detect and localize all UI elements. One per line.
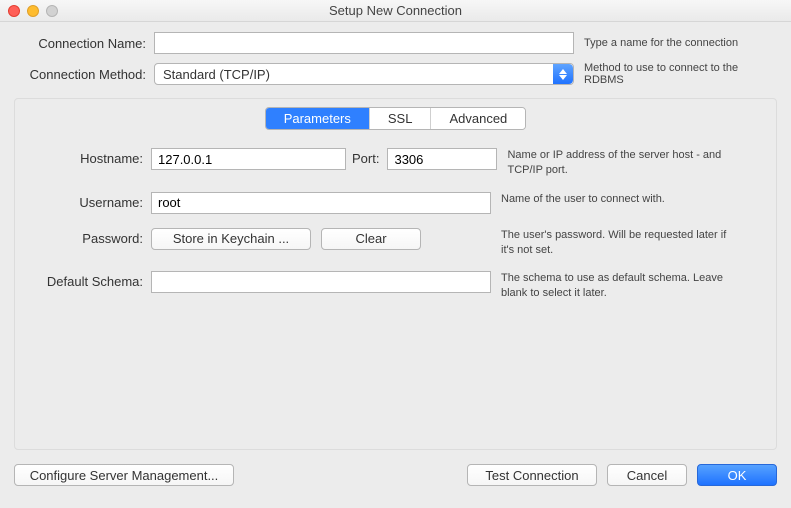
test-connection-button[interactable]: Test Connection	[467, 464, 597, 486]
minimize-icon[interactable]	[27, 5, 39, 17]
password-label: Password:	[21, 228, 151, 246]
hostname-hint: Name or IP address of the server host - …	[497, 148, 747, 178]
store-keychain-button[interactable]: Store in Keychain ...	[151, 228, 311, 250]
updown-icon	[553, 64, 573, 84]
username-hint: Name of the user to connect with.	[491, 192, 741, 207]
port-label: Port:	[346, 148, 387, 166]
upper-section: Connection Name: Type a name for the con…	[0, 22, 791, 98]
port-input[interactable]	[387, 148, 497, 170]
titlebar: Setup New Connection	[0, 0, 791, 22]
connection-method-label: Connection Method:	[14, 67, 154, 82]
default-schema-input[interactable]	[151, 271, 491, 293]
tab-bar: Parameters SSL Advanced	[265, 107, 527, 130]
default-schema-label: Default Schema:	[21, 271, 151, 289]
ok-button[interactable]: OK	[697, 464, 777, 486]
hostname-label: Hostname:	[21, 148, 151, 166]
tab-ssl[interactable]: SSL	[369, 108, 431, 129]
username-input[interactable]	[151, 192, 491, 214]
username-label: Username:	[21, 192, 151, 210]
default-schema-hint: The schema to use as default schema. Lea…	[491, 271, 741, 301]
clear-password-button[interactable]: Clear	[321, 228, 421, 250]
connection-name-input[interactable]	[154, 32, 574, 54]
tab-parameters[interactable]: Parameters	[266, 108, 369, 129]
cancel-button[interactable]: Cancel	[607, 464, 687, 486]
connection-method-hint: Method to use to connect to the RDBMS	[574, 62, 777, 86]
parameters-panel: Parameters SSL Advanced Hostname: Port: …	[14, 98, 777, 450]
window-controls	[8, 5, 58, 17]
window-title: Setup New Connection	[329, 3, 462, 18]
password-hint: The user's password. Will be requested l…	[491, 228, 741, 258]
dialog-footer: Configure Server Management... Test Conn…	[0, 450, 791, 500]
zoom-icon	[46, 5, 58, 17]
configure-server-button[interactable]: Configure Server Management...	[14, 464, 234, 486]
connection-name-hint: Type a name for the connection	[574, 37, 777, 49]
connection-name-label: Connection Name:	[14, 36, 154, 51]
close-icon[interactable]	[8, 5, 20, 17]
connection-method-select[interactable]: Standard (TCP/IP)	[154, 63, 574, 85]
tab-advanced[interactable]: Advanced	[430, 108, 525, 129]
connection-method-value: Standard (TCP/IP)	[163, 67, 270, 82]
hostname-input[interactable]	[151, 148, 346, 170]
